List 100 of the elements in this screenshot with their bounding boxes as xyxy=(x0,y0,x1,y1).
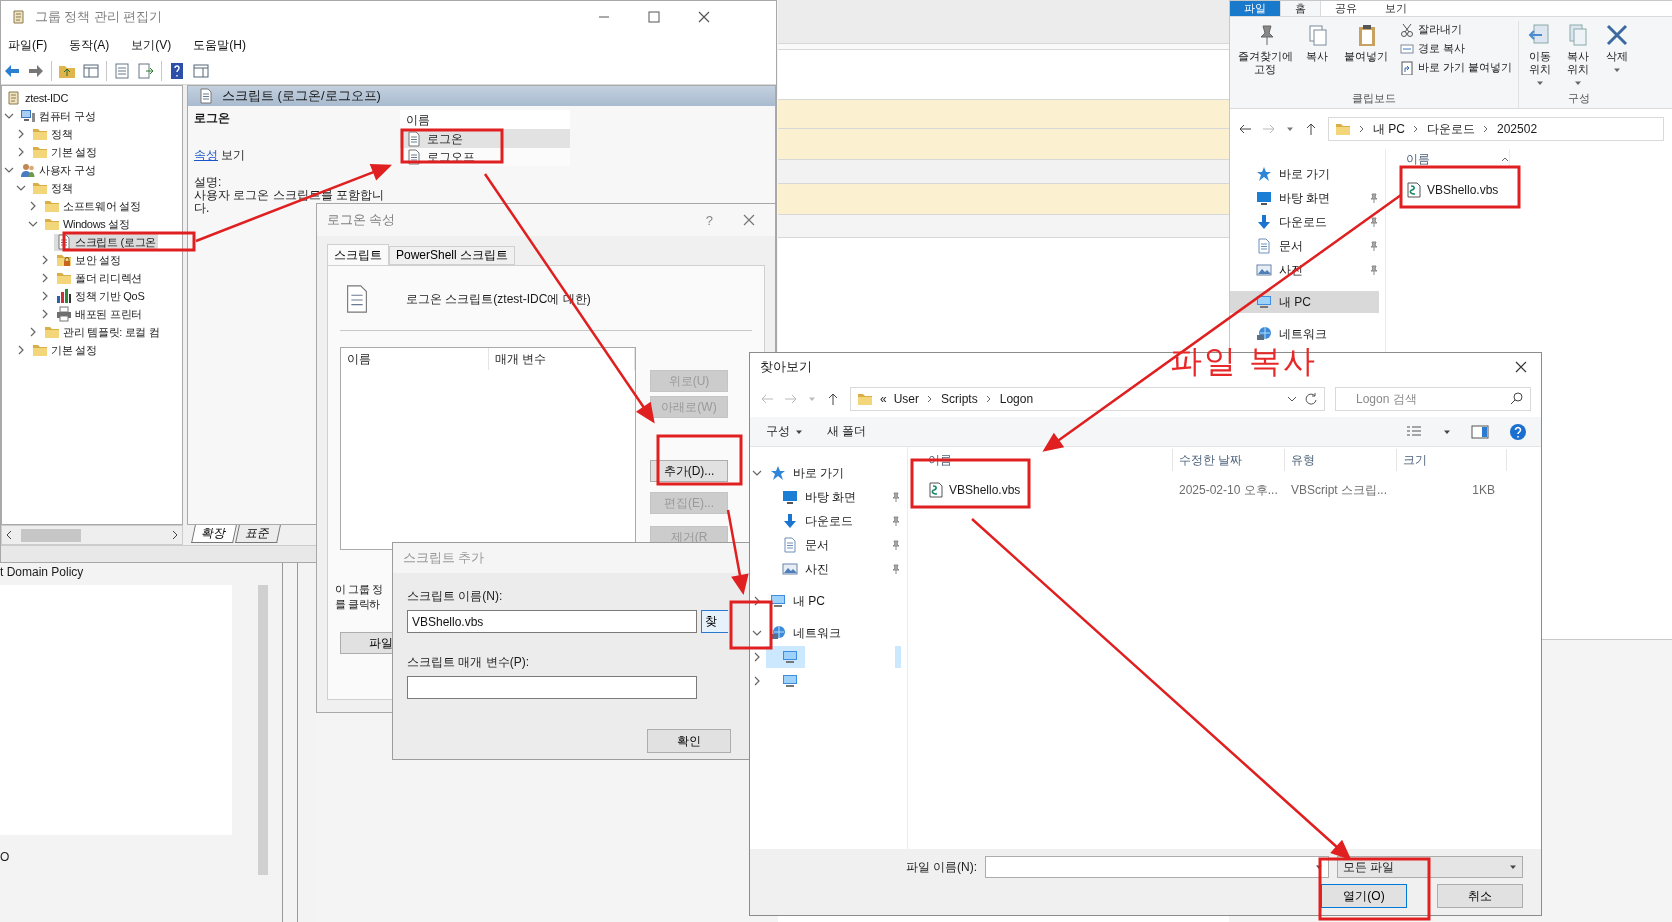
tree-item[interactable]: 기본 설정 xyxy=(30,143,99,161)
dialog-button[interactable]: 취소 xyxy=(1437,884,1523,908)
ribbon-button[interactable]: 바로 가기 붙여넣기 xyxy=(1398,59,1515,76)
nav-item[interactable]: 다운로드 xyxy=(1230,211,1379,233)
tree-item[interactable]: 소프트웨어 설정 xyxy=(42,197,143,215)
file-item[interactable]: VBShello.vbs xyxy=(1400,179,1672,201)
script-name-field[interactable]: VBShello.vbs xyxy=(407,610,697,633)
close-icon[interactable] xyxy=(1515,361,1527,373)
help-icon[interactable] xyxy=(168,61,186,80)
toolbar-button[interactable]: 구성 xyxy=(764,421,805,442)
nav-item[interactable]: 네트워크 xyxy=(1230,323,1379,345)
script-parameters-field[interactable] xyxy=(407,676,697,699)
tree-item[interactable]: 보안 설정 xyxy=(54,251,123,269)
refresh-icon[interactable] xyxy=(1304,392,1318,406)
path-overflow[interactable]: « xyxy=(880,392,887,406)
chevron-down-icon[interactable] xyxy=(4,165,14,175)
ribbon-button[interactable]: 이동 위치 xyxy=(1523,21,1558,91)
column-header[interactable]: 크기 xyxy=(1397,449,1507,471)
file-type-dropdown[interactable]: 모든 파일 xyxy=(1337,856,1523,878)
dialog-tab[interactable]: 스크립트 xyxy=(327,244,389,265)
tree-item[interactable]: 정책 xyxy=(30,125,75,143)
up-arrow-icon[interactable] xyxy=(1304,122,1318,136)
close-icon[interactable] xyxy=(698,11,710,23)
column-header[interactable]: 이름 xyxy=(1400,149,1510,169)
tree-item[interactable]: Windows 설정 xyxy=(42,215,132,233)
nav-item[interactable]: 바로 가기 xyxy=(766,462,901,484)
ribbon-button[interactable]: 복사 위치 xyxy=(1561,21,1596,91)
path-segment[interactable]: Logon xyxy=(999,392,1034,406)
up-arrow-icon[interactable] xyxy=(826,392,840,406)
tree-item[interactable]: 정책 기반 QoS xyxy=(54,287,147,305)
chevron-right-icon[interactable] xyxy=(16,147,26,157)
path-segment[interactable]: 202502 xyxy=(1497,122,1538,136)
nav-item[interactable]: 바로 가기 xyxy=(1230,163,1379,185)
ribbon-tab[interactable]: 홈 xyxy=(1280,1,1321,16)
tree-item[interactable]: 폴더 리디렉션 xyxy=(54,269,144,287)
tree-item[interactable]: 배포된 프린터 xyxy=(54,305,144,323)
dialog-button[interactable]: 추가(D)... xyxy=(650,460,728,482)
column-header[interactable]: 유형 xyxy=(1285,449,1397,471)
chevron-down-icon[interactable] xyxy=(1287,394,1297,404)
file-name-field[interactable] xyxy=(985,856,1329,878)
chevron-right-icon[interactable] xyxy=(28,201,38,211)
horizontal-scrollbar[interactable] xyxy=(1,525,183,545)
dialog-tab[interactable]: PowerShell 스크립트 xyxy=(389,246,516,265)
view-tab[interactable]: 확장 xyxy=(191,525,237,543)
ribbon-button[interactable]: 경로 복사 xyxy=(1398,40,1515,57)
maximize-icon[interactable] xyxy=(648,11,660,23)
path-segment[interactable]: User xyxy=(893,392,920,406)
nav-item[interactable]: 바탕 화면 xyxy=(766,486,901,508)
chevron-right-icon[interactable] xyxy=(752,596,762,606)
ribbon-button[interactable]: 복사 xyxy=(1300,21,1334,91)
tree-item[interactable]: 기본 설정 xyxy=(30,341,99,359)
chevron-down-icon[interactable] xyxy=(4,111,14,121)
pane-icon[interactable] xyxy=(192,61,210,80)
file-item[interactable]: VBShello.vbs xyxy=(922,482,1173,498)
path-segment[interactable]: 다운로드 xyxy=(1427,120,1475,138)
chevron-right-icon[interactable] xyxy=(40,309,50,319)
chevron-right-icon[interactable] xyxy=(752,676,762,686)
search-field[interactable]: Logon 검색 xyxy=(1335,387,1531,411)
properties-link[interactable]: 속성 xyxy=(194,148,218,162)
nav-item[interactable]: 내 PC xyxy=(766,590,901,612)
toolbar-button[interactable]: 새 폴더 xyxy=(825,421,869,442)
scrollbar[interactable] xyxy=(258,585,268,875)
menu-item[interactable]: 동작(A) xyxy=(62,33,117,57)
chevron-down-icon[interactable] xyxy=(752,468,762,478)
view-tab[interactable]: 표준 xyxy=(235,525,281,543)
chevron-right-icon[interactable] xyxy=(752,652,762,662)
ribbon-button[interactable]: 삭제 xyxy=(1599,21,1636,91)
address-bar[interactable]: « User Scripts Logon xyxy=(850,387,1325,411)
chevron-down-icon[interactable] xyxy=(752,628,762,638)
chevron-right-icon[interactable] xyxy=(40,291,50,301)
nav-item[interactable]: 바탕 화면 xyxy=(1230,187,1379,209)
list-item[interactable]: 로그온 xyxy=(400,130,570,148)
tree-item[interactable]: 정책 xyxy=(30,179,75,197)
ribbon-tab[interactable]: 파일 xyxy=(1230,1,1280,16)
nav-item[interactable]: 문서 xyxy=(766,534,901,556)
tree-item[interactable]: 사용자 구성 xyxy=(18,161,98,179)
nav-item[interactable]: 내 PC xyxy=(1230,291,1379,313)
address-bar[interactable]: 내 PC 다운로드 202502 xyxy=(1328,117,1664,141)
menu-item[interactable]: 도움말(H) xyxy=(186,33,253,57)
help-icon[interactable] xyxy=(1509,422,1527,441)
list-item[interactable]: 로그오프 xyxy=(400,148,570,166)
chevron-right-icon[interactable] xyxy=(16,129,26,139)
ribbon-button[interactable]: 즐겨찾기에 고정 xyxy=(1234,21,1296,91)
browse-button[interactable]: 찾 xyxy=(701,610,728,633)
nav-item[interactable]: 다운로드 xyxy=(766,510,901,532)
export-icon[interactable] xyxy=(137,61,155,80)
menu-item[interactable]: 보기(V) xyxy=(124,33,179,57)
chevron-right-icon[interactable] xyxy=(40,255,50,265)
dialog-button[interactable]: 열기(O) xyxy=(1321,884,1407,908)
tree-item[interactable]: 컴퓨터 구성 xyxy=(18,107,98,125)
tree-item[interactable]: 관리 템플릿: 로컬 컴 xyxy=(42,323,162,341)
menu-item[interactable]: 파일(F) xyxy=(1,33,55,57)
ribbon-button[interactable]: 붙여넣기 xyxy=(1338,21,1394,91)
ok-button[interactable]: 확인 xyxy=(647,729,731,753)
nav-item[interactable]: 사진 xyxy=(766,558,901,580)
ribbon-button[interactable]: 잘라내기 xyxy=(1398,21,1515,38)
chevron-right-icon[interactable] xyxy=(28,327,38,337)
tree-item[interactable]: ztest-IDC xyxy=(4,89,71,107)
back-arrow-icon[interactable] xyxy=(1238,122,1252,136)
chevron-right-icon[interactable] xyxy=(40,273,50,283)
